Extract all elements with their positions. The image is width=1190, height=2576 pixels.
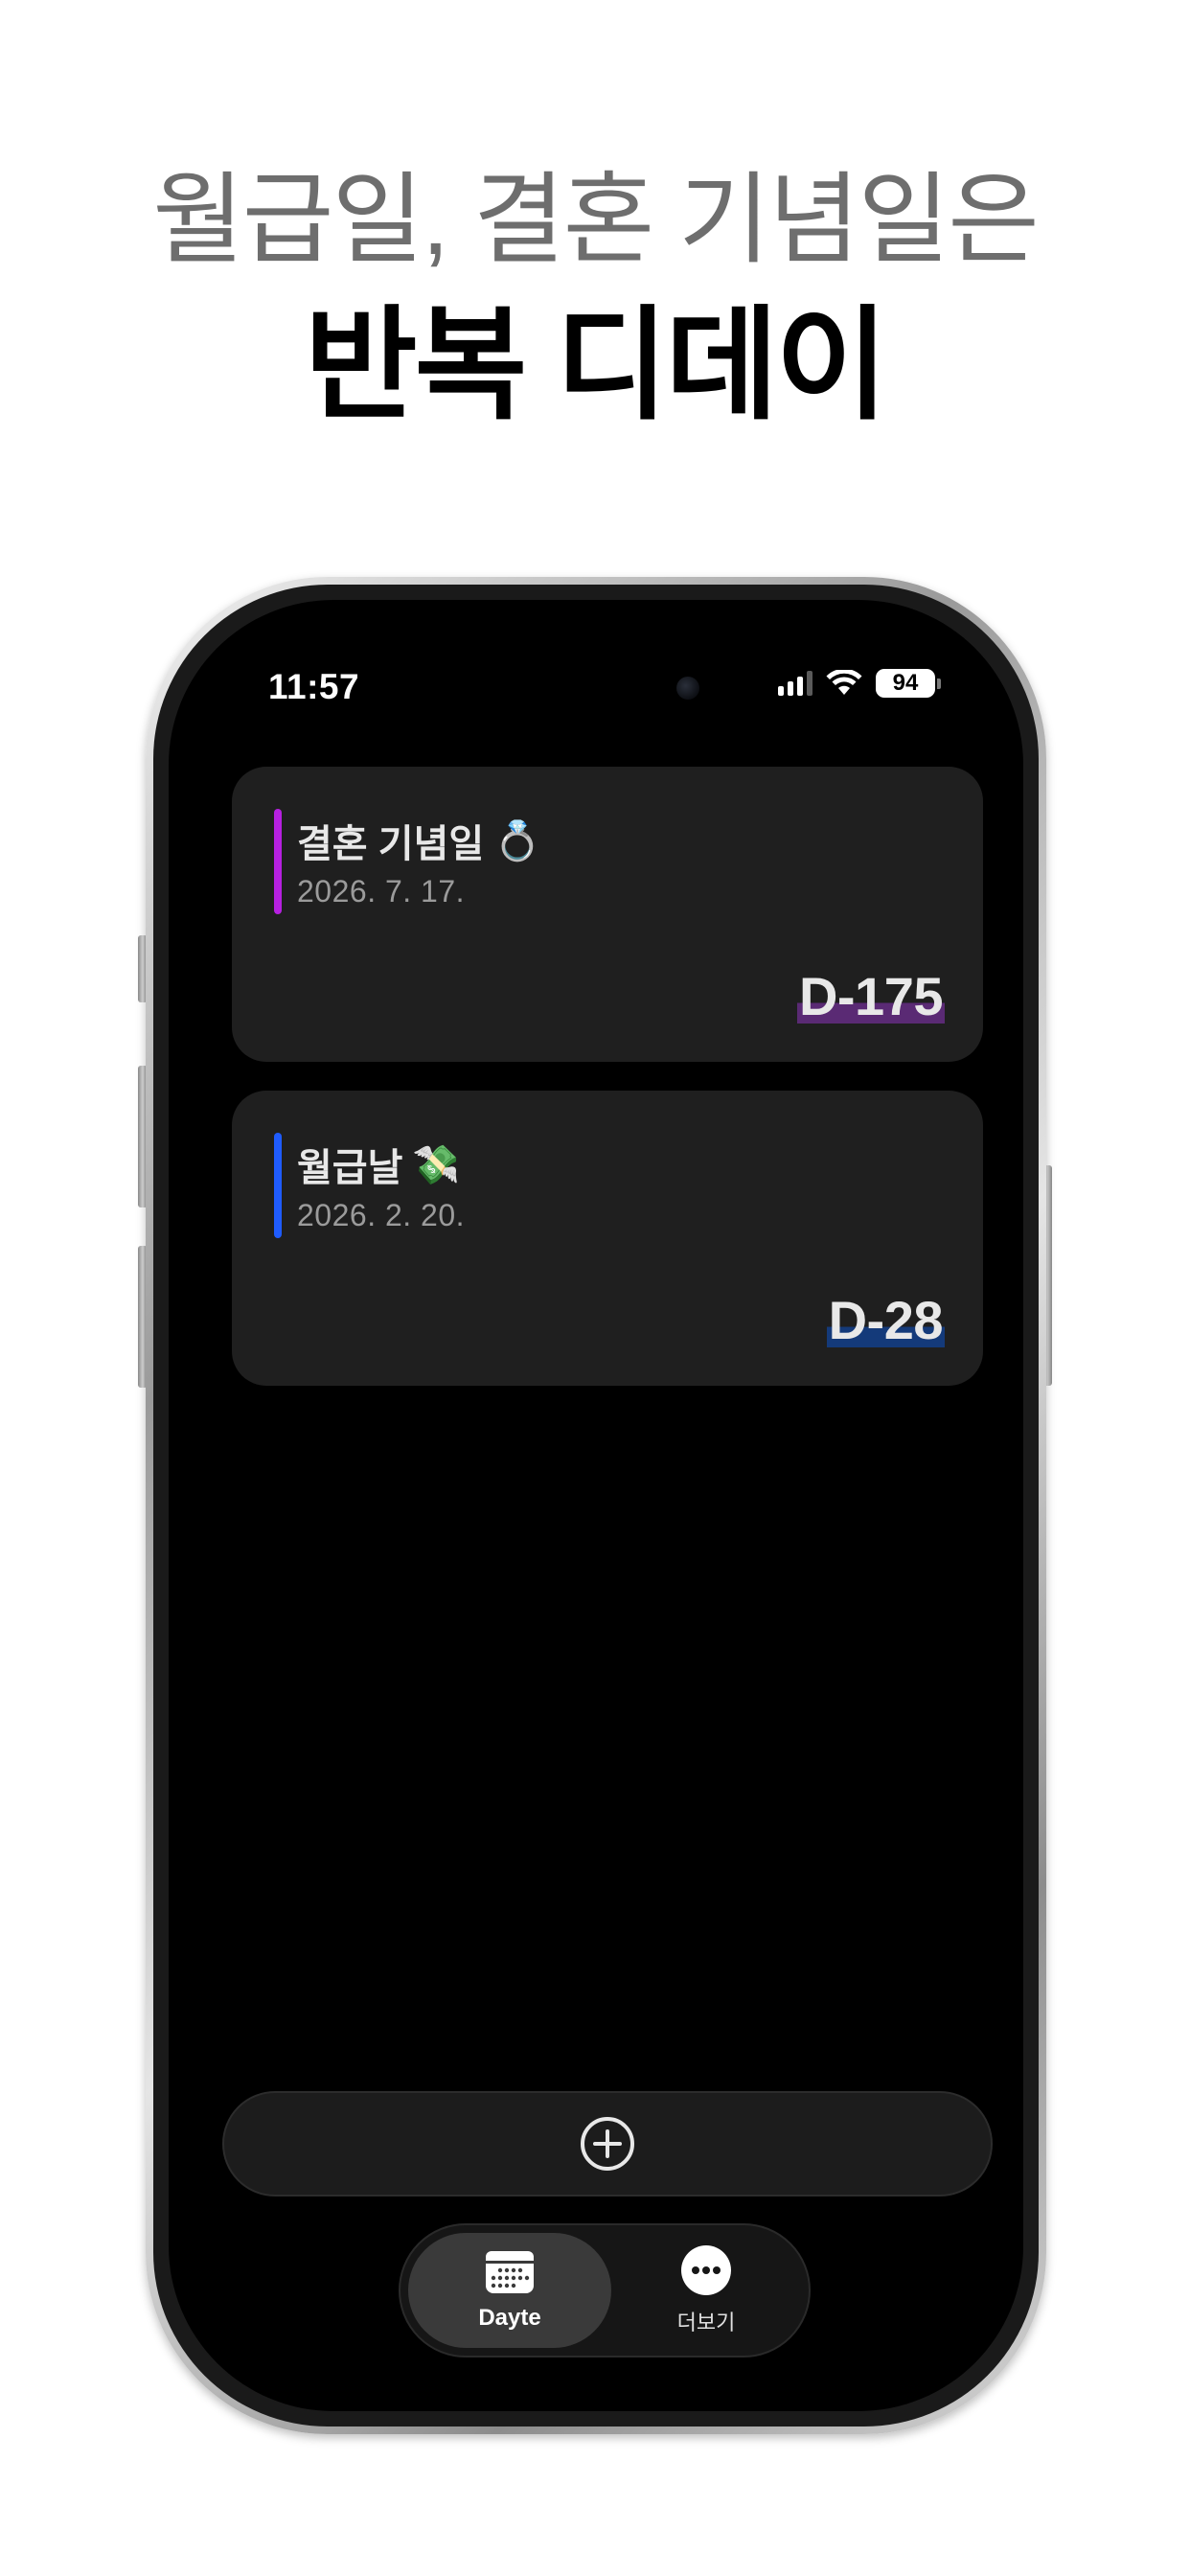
calendar-icon	[486, 2251, 534, 2293]
tab-dayte[interactable]: Dayte	[408, 2233, 611, 2348]
ring-emoji-icon: 💍	[493, 819, 541, 862]
phone-screen: 11:57 94 결혼 기념일 💍 2026. 7. 17. D-175 월급날…	[169, 600, 1023, 2411]
tab-more[interactable]: 더보기	[617, 2233, 795, 2348]
event-title-text: 월급날	[297, 1147, 403, 1189]
headline-subtitle: 월급일, 결혼 기념일은	[152, 165, 1040, 276]
tab-bar: Dayte 더보기	[399, 2223, 811, 2358]
event-color-bar	[274, 809, 282, 914]
add-event-button[interactable]	[222, 2091, 993, 2196]
event-date: 2026. 2. 20.	[297, 1198, 466, 1232]
status-icons: 94	[778, 669, 941, 698]
tab-more-label: 더보기	[676, 2311, 736, 2334]
event-dday: D-28	[826, 1290, 945, 1350]
event-title-text: 결혼 기념일	[297, 823, 485, 865]
front-camera	[676, 677, 699, 700]
phone-frame: 11:57 94 결혼 기념일 💍 2026. 7. 17. D-175 월급날…	[146, 577, 1046, 2434]
event-date: 2026. 7. 17.	[297, 874, 466, 908]
event-card[interactable]: 결혼 기념일 💍 2026. 7. 17. D-175	[232, 767, 983, 1062]
tab-dayte-label: Dayte	[478, 2305, 541, 2331]
app-store-screenshot: 월급일, 결혼 기념일은 반복 디데이 11:57 94 결혼 기념일 💍 20…	[0, 0, 1190, 2576]
wifi-icon	[826, 670, 862, 695]
event-title: 월급날 💸	[297, 1137, 460, 1192]
plus-circle-icon	[581, 2117, 634, 2171]
battery-cap	[937, 678, 941, 689]
event-color-bar	[274, 1133, 282, 1238]
status-time: 11:57	[268, 667, 360, 706]
event-card[interactable]: 월급날 💸 2026. 2. 20. D-28	[232, 1091, 983, 1386]
battery-icon: 94	[876, 669, 935, 698]
cellular-signal-icon	[778, 671, 812, 696]
phone-bezel: 11:57 94 결혼 기념일 💍 2026. 7. 17. D-175 월급날…	[153, 585, 1039, 2426]
money-wings-emoji-icon: 💸	[412, 1143, 461, 1186]
more-icon	[681, 2245, 731, 2295]
headline-title: 반복 디데이	[304, 297, 888, 434]
battery-indicator: 94	[876, 669, 941, 698]
event-title: 결혼 기념일 💍	[297, 813, 541, 868]
event-dday: D-175	[796, 966, 945, 1026]
